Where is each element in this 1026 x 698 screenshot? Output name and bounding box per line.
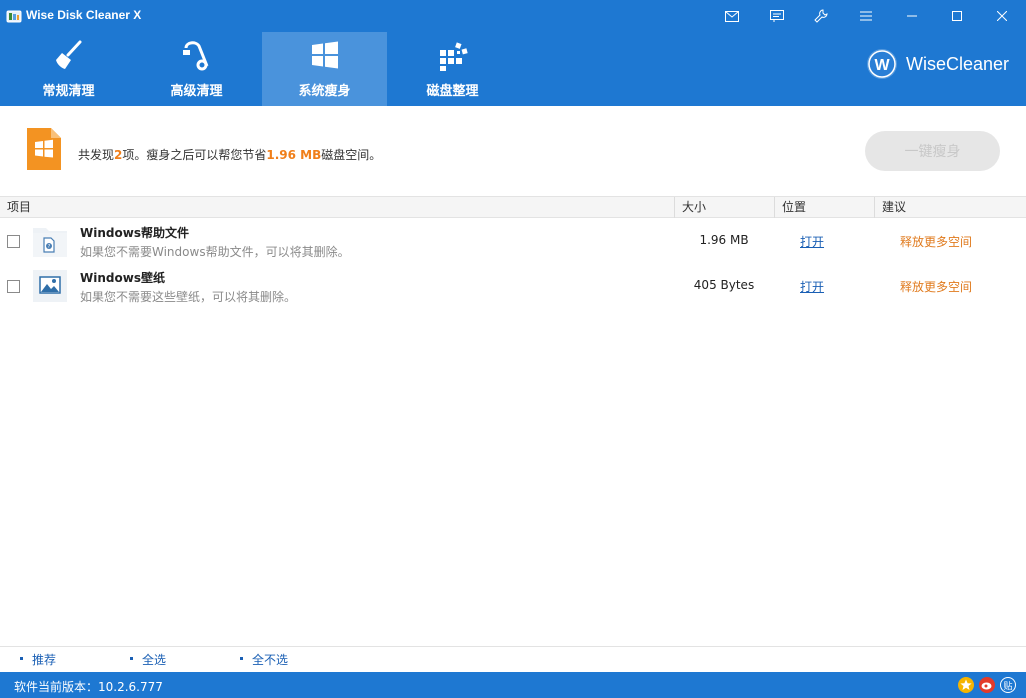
row-size: 1.96 MB [699, 233, 749, 247]
maximize-icon [952, 11, 962, 21]
row-title: Windows帮助文件 [80, 226, 189, 240]
tab-advanced-clean[interactable]: 高级清理 [134, 32, 259, 106]
help-file-icon: ? [33, 228, 67, 257]
tab-system-slim[interactable]: 系统瘦身 [262, 32, 387, 106]
bullet [20, 657, 23, 660]
saved-size: 1.96 MB [266, 148, 322, 162]
column-header-size[interactable]: 大小 [674, 197, 774, 218]
status-bar: 软件当前版本：10.2.6.777 贴 [0, 672, 1026, 698]
feedback-icon [770, 10, 784, 22]
menu-button[interactable] [853, 4, 879, 28]
weibo-logo-icon [981, 682, 992, 690]
tools-button[interactable] [808, 4, 834, 28]
tab-label: 高级清理 [170, 84, 223, 99]
column-header-location[interactable]: 位置 [774, 197, 874, 218]
brand-name: WiseCleaner [906, 53, 1010, 74]
mail-button[interactable] [719, 4, 745, 28]
one-click-slim-button[interactable]: 一键瘦身 [865, 131, 1000, 171]
upgrade-icon[interactable] [958, 677, 974, 693]
header-bar: Wise Disk Cleaner X 常规清理 高级清理 系统瘦身 磁盘整理 … [0, 0, 1026, 106]
selection-bar: 推荐 全选 全不选 [0, 646, 1026, 672]
summary-suffix: 磁盘空间。 [321, 148, 382, 162]
broom-icon [55, 40, 81, 69]
star-icon [960, 679, 972, 690]
tools-icon [814, 9, 828, 23]
wisecleaner-logo-icon: W [867, 49, 897, 79]
bullet [240, 657, 243, 660]
table-header: 项目 大小 位置 建议 [0, 196, 1026, 218]
close-button[interactable] [989, 4, 1015, 28]
vacuum-icon [182, 41, 208, 71]
title-bar: Wise Disk Cleaner X [0, 0, 1026, 32]
column-header-item[interactable]: 项目 [0, 197, 674, 218]
app-logo-icon [6, 10, 22, 23]
feedback-button[interactable] [764, 4, 790, 28]
row-description: 如果您不需要这些壁纸，可以将其删除。 [80, 290, 297, 304]
open-location-link[interactable]: 打开 [800, 233, 824, 250]
recommend-label: 推荐 [32, 653, 57, 667]
svg-text:?: ? [48, 244, 51, 250]
weibo-icon[interactable] [979, 677, 995, 693]
select-none-label: 全不选 [252, 653, 289, 667]
summary-panel: 共发现2项。瘦身之后可以帮您节省1.96 MB磁盘空间。 一键瘦身 [0, 106, 1026, 196]
column-header-advice[interactable]: 建议 [874, 197, 1024, 218]
tab-defrag[interactable]: 磁盘整理 [390, 32, 515, 106]
version-text: 软件当前版本：10.2.6.777 [14, 680, 163, 694]
summary-message: 共发现2项。瘦身之后可以帮您节省1.96 MB磁盘空间。 [78, 146, 381, 163]
windows-icon [311, 41, 338, 69]
minimize-button[interactable] [899, 4, 925, 28]
svg-text:W: W [874, 57, 890, 74]
row-advice: 释放更多空间 [900, 235, 973, 249]
maximize-button[interactable] [944, 4, 970, 28]
row-checkbox[interactable] [7, 235, 20, 248]
row-advice: 释放更多空间 [900, 280, 973, 294]
bullet [130, 657, 133, 660]
summary-middle: 项。瘦身之后可以帮您节省 [122, 148, 267, 162]
row-checkbox[interactable] [7, 280, 20, 293]
select-all-link[interactable]: 全选 [130, 651, 166, 668]
brand: W WiseCleaner [866, 48, 1009, 80]
table-row[interactable]: Windows壁纸 如果您不需要这些壁纸，可以将其删除。 405 Bytes 打… [0, 264, 1026, 309]
table-row[interactable]: ? Windows帮助文件 如果您不需要Windows帮助文件，可以将其删除。 … [0, 219, 1026, 264]
slim-document-icon [27, 128, 61, 170]
select-all-label: 全选 [142, 653, 167, 667]
minimize-icon [907, 15, 917, 17]
tab-label: 磁盘整理 [426, 84, 479, 99]
recommend-link[interactable]: 推荐 [20, 651, 56, 668]
wallpaper-icon [33, 270, 67, 302]
menu-icon [860, 11, 872, 21]
open-location-link[interactable]: 打开 [800, 278, 824, 295]
summary-prefix: 共发现 [78, 148, 115, 162]
close-icon [997, 11, 1007, 21]
row-size: 405 Bytes [693, 278, 755, 292]
tab-label: 系统瘦身 [298, 84, 351, 99]
tieba-icon[interactable]: 贴 [1000, 677, 1016, 693]
row-description: 如果您不需要Windows帮助文件，可以将其删除。 [80, 245, 350, 259]
tab-common-clean[interactable]: 常规清理 [6, 32, 131, 106]
mail-icon [725, 10, 739, 22]
defrag-icon [439, 42, 468, 71]
tab-label: 常规清理 [42, 84, 95, 99]
window-title: Wise Disk Cleaner X [26, 8, 142, 22]
select-none-link[interactable]: 全不选 [240, 651, 288, 668]
row-title: Windows壁纸 [80, 271, 165, 285]
